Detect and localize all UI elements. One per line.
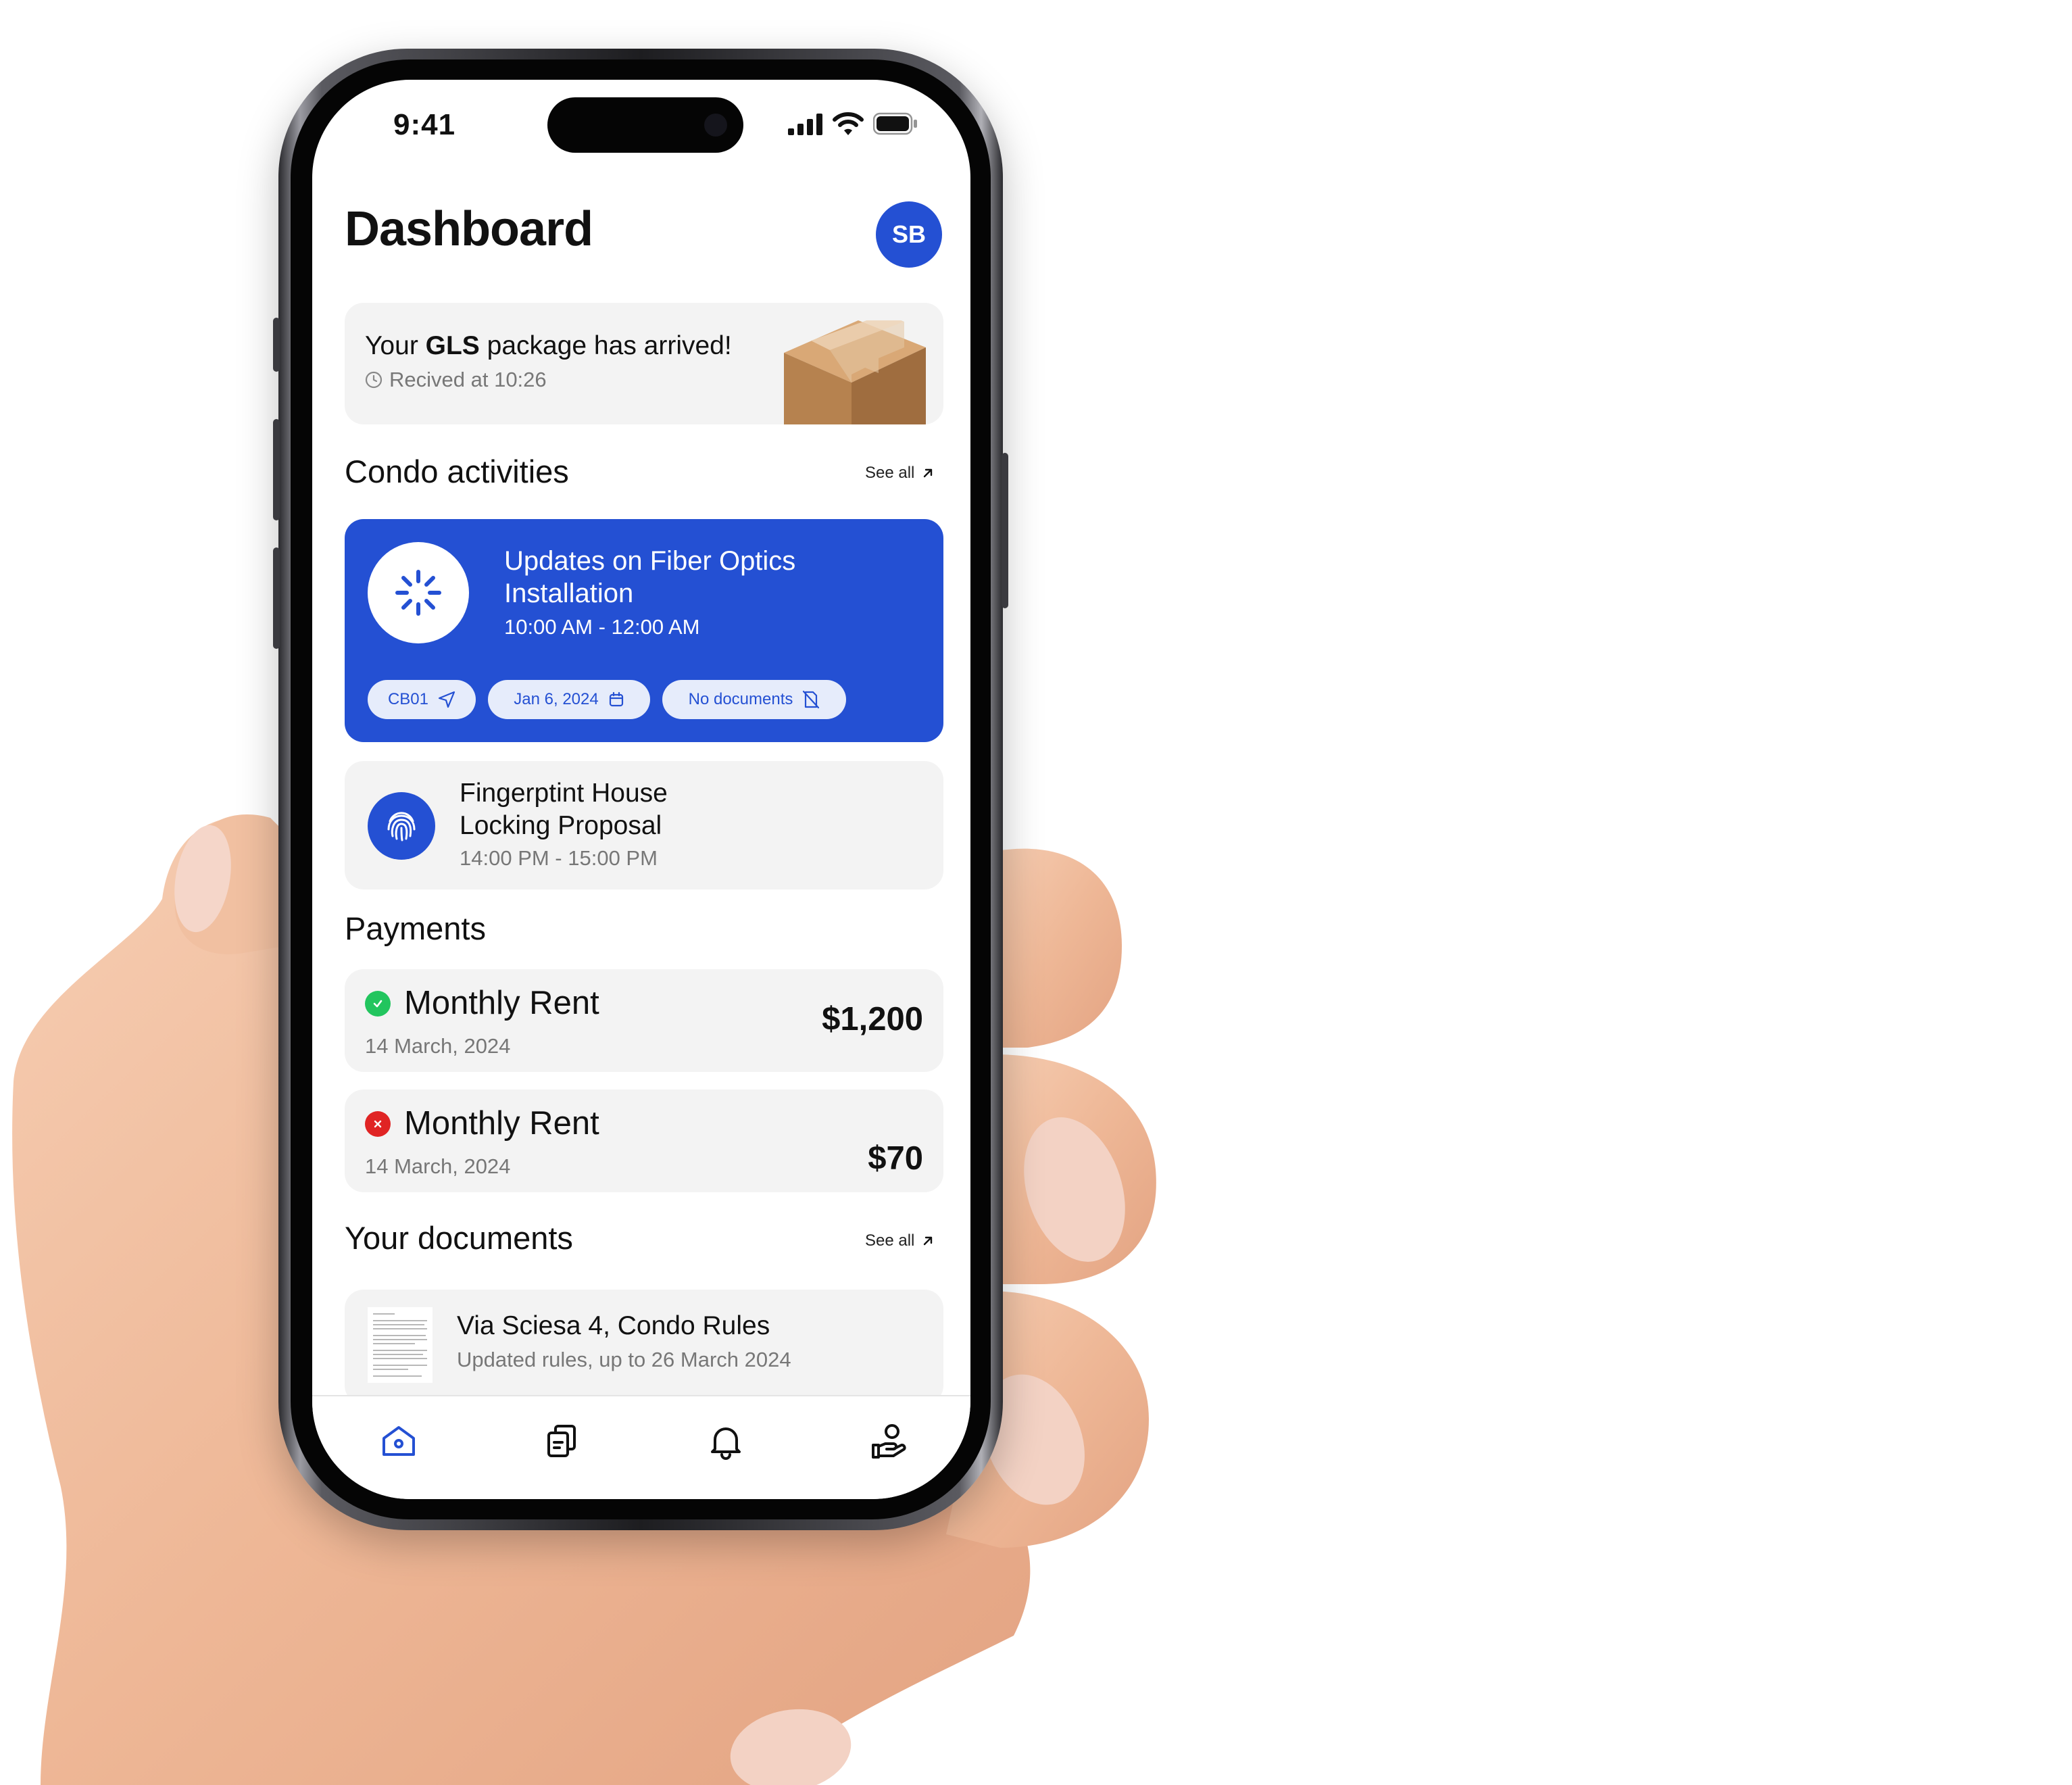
documents-icon <box>547 1425 576 1457</box>
nav-documents[interactable] <box>532 1414 593 1468</box>
phone-side-button <box>273 318 280 372</box>
unpaid-x-icon <box>365 1111 391 1137</box>
camera-icon <box>704 114 727 137</box>
payment-amount: $1,200 <box>822 1001 923 1037</box>
bottom-navigation <box>312 1395 970 1499</box>
package-notification-title: Your GLS package has arrived! <box>365 331 732 360</box>
arrow-up-right-icon <box>924 468 933 478</box>
activity-card-fiber-optics[interactable]: Updates on Fiber Optics Installation 10:… <box>345 519 943 742</box>
navigation-arrow-icon <box>438 691 455 708</box>
payment-date: 14 March, 2024 <box>365 1034 511 1058</box>
wifi-icon <box>833 112 864 135</box>
activity-time: 14:00 PM - 15:00 PM <box>460 846 658 870</box>
calendar-icon <box>609 691 623 707</box>
nav-notifications[interactable] <box>695 1414 756 1468</box>
condo-activities-see-all-link[interactable]: See all <box>865 464 935 483</box>
payment-amount: $70 <box>868 1140 923 1177</box>
document-title: Via Sciesa 4, Condo Rules <box>457 1311 770 1340</box>
payment-title: Monthly Rent <box>404 1105 599 1142</box>
clock-icon <box>365 371 383 389</box>
activity-time: 10:00 AM - 12:00 AM <box>504 615 700 639</box>
payment-date: 14 March, 2024 <box>365 1154 511 1178</box>
activity-card-fingerprint[interactable]: Fingerptint House Locking Proposal 14:00… <box>345 761 943 889</box>
phone-power-button <box>1002 453 1008 608</box>
payment-card-unpaid[interactable]: Monthly Rent 14 March, 2024 $70 <box>345 1090 943 1192</box>
activity-title: Updates on Fiber Optics Installation <box>504 546 796 608</box>
package-notification-card[interactable]: Your GLS package has arrived! Recived at… <box>345 303 943 424</box>
payment-title: Monthly Rent <box>404 985 599 1021</box>
documents-see-all-link[interactable]: See all <box>865 1231 935 1250</box>
document-thumbnail <box>368 1307 433 1383</box>
signal-icon <box>788 114 822 135</box>
documents-title: Your documents <box>345 1220 573 1256</box>
payments-title: Payments <box>345 910 486 946</box>
no-document-icon <box>803 690 820 709</box>
user-avatar[interactable]: SB <box>876 201 942 268</box>
loading-spinner-icon <box>395 570 441 616</box>
nav-home[interactable] <box>368 1414 429 1468</box>
condo-activities-title: Condo activities <box>345 454 569 489</box>
paid-check-icon <box>365 991 391 1017</box>
home-icon <box>383 1426 415 1456</box>
fingerprint-icon <box>387 812 416 841</box>
payment-hand-icon <box>872 1424 906 1459</box>
chip-date[interactable]: Jan 6, 2024 <box>488 680 650 719</box>
app-screen: 9:41 Dashboard SB Your GLS package has a… <box>312 80 970 1499</box>
chip-unit[interactable]: CB01 <box>368 680 476 719</box>
activity-title: Fingerptint House Locking Proposal <box>460 779 668 840</box>
package-received-time: Recived at 10:26 <box>365 368 547 392</box>
phone-volume-down <box>273 547 280 649</box>
arrow-up-right-icon <box>924 1236 933 1246</box>
document-subtitle: Updated rules, up to 26 March 2024 <box>457 1348 791 1371</box>
payment-card-paid[interactable]: Monthly Rent 14 March, 2024 $1,200 <box>345 969 943 1072</box>
bell-icon <box>711 1427 741 1460</box>
fingerprint-icon-circle <box>368 792 435 860</box>
nav-payments[interactable] <box>859 1414 920 1468</box>
activity-icon-circle <box>368 542 469 643</box>
page-title: Dashboard <box>345 202 593 256</box>
carrier-name: GLS <box>425 331 480 360</box>
document-card[interactable]: Via Sciesa 4, Condo Rules Updated rules,… <box>345 1290 943 1404</box>
status-time: 9:41 <box>393 108 456 141</box>
battery-icon <box>873 112 917 135</box>
phone-volume-up <box>273 419 280 520</box>
dynamic-island <box>547 97 743 153</box>
package-box-icon <box>784 320 926 424</box>
chip-documents[interactable]: No documents <box>662 680 846 719</box>
